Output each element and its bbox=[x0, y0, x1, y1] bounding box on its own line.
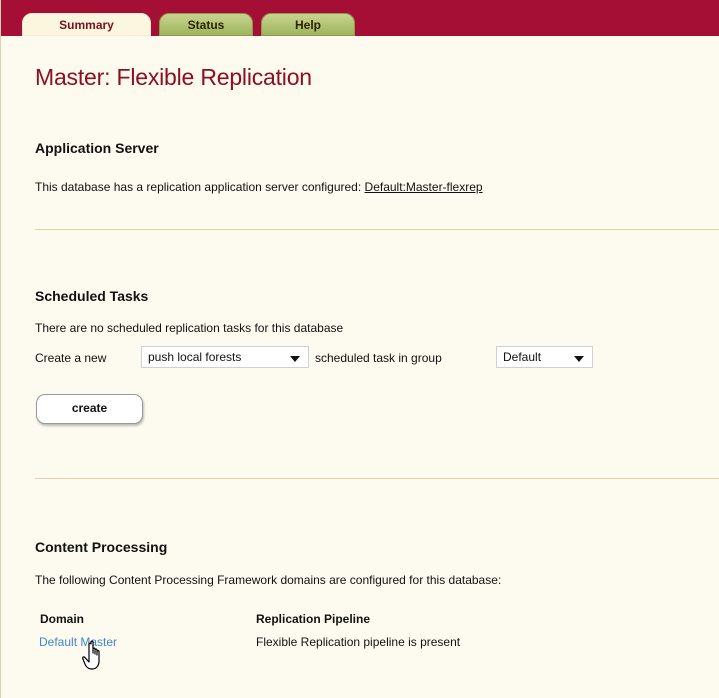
main-panel: Summary Status Help Master: Flexible Rep… bbox=[0, 0, 719, 698]
task-type-value: push local forests bbox=[148, 350, 242, 364]
create-button[interactable]: create bbox=[36, 394, 143, 424]
content-processing-description: The following Content Processing Framewo… bbox=[35, 573, 502, 587]
pipeline-status: Flexible Replication pipeline is present bbox=[256, 635, 461, 649]
page-title: Master: Flexible Replication bbox=[35, 64, 312, 90]
column-header-domain: Domain bbox=[40, 612, 85, 626]
tab-status[interactable]: Status bbox=[159, 13, 253, 36]
hand-pointer-icon bbox=[82, 640, 100, 670]
content-processing-heading: Content Processing bbox=[35, 539, 168, 555]
section-divider bbox=[35, 229, 719, 230]
section-divider bbox=[35, 478, 719, 479]
app-server-heading: Application Server bbox=[35, 140, 159, 156]
column-header-pipeline: Replication Pipeline bbox=[256, 612, 371, 626]
task-type-select[interactable]: push local forests bbox=[141, 346, 309, 368]
tab-summary[interactable]: Summary bbox=[22, 13, 151, 36]
create-middle-label: scheduled task in group bbox=[315, 351, 442, 365]
app-server-text: This database has a replication applicat… bbox=[35, 180, 365, 194]
app-server-description: This database has a replication applicat… bbox=[35, 180, 483, 194]
app-server-link[interactable]: Default:Master-flexrep bbox=[365, 180, 483, 194]
tab-bar: Summary Status Help bbox=[1, 0, 719, 36]
chevron-down-icon bbox=[574, 356, 584, 362]
group-select[interactable]: Default bbox=[496, 346, 593, 368]
group-value: Default bbox=[503, 350, 542, 364]
chevron-down-icon bbox=[290, 356, 300, 362]
scheduled-tasks-heading: Scheduled Tasks bbox=[35, 288, 149, 304]
no-tasks-message: There are no scheduled replication tasks… bbox=[35, 321, 344, 335]
create-prefix-label: Create a new bbox=[35, 351, 107, 365]
tab-help[interactable]: Help bbox=[261, 13, 355, 36]
